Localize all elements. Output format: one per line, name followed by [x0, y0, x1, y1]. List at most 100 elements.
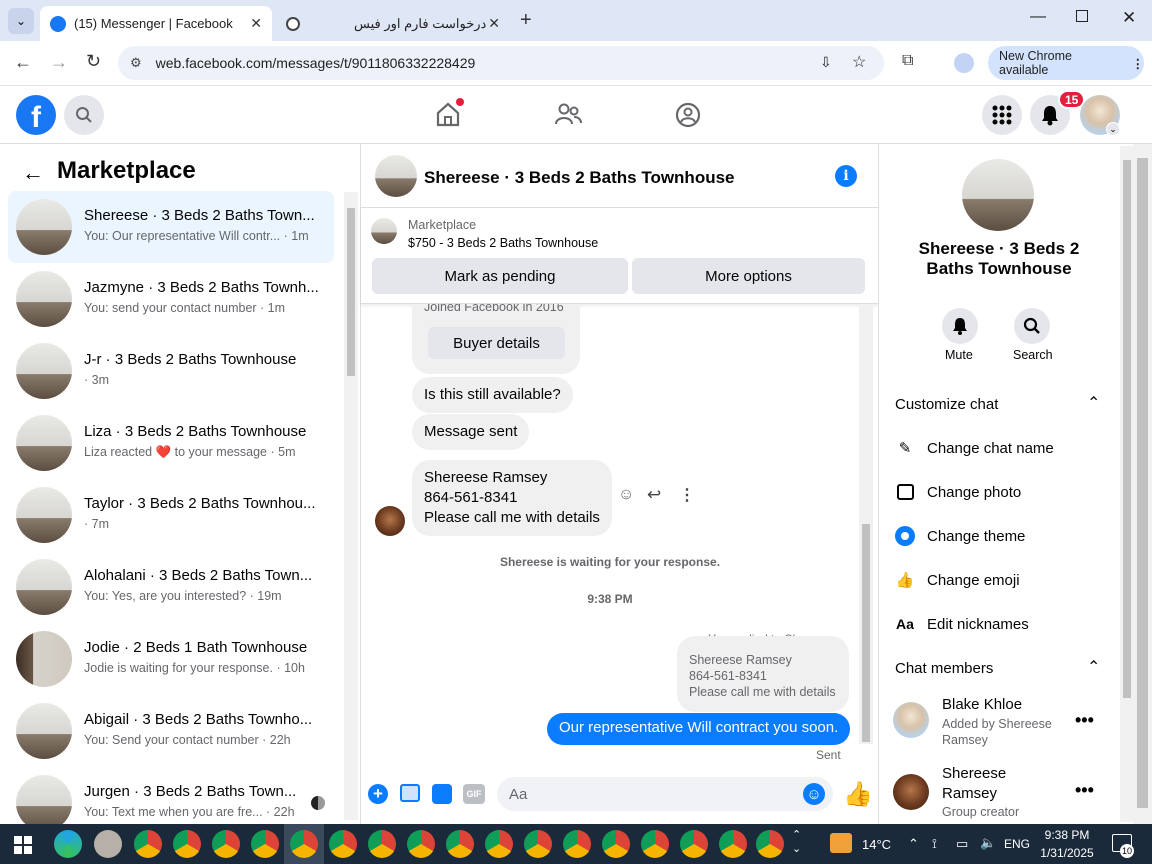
tray-chevron-icon[interactable]: ⌃ — [908, 836, 919, 852]
chrome-icon[interactable] — [134, 830, 162, 858]
conversation-item[interactable]: Abigail · 3 Beds 2 Baths Townho... You: … — [8, 695, 334, 767]
member-options-icon[interactable]: ••• — [1075, 710, 1094, 731]
customize-chat-header[interactable]: Customize chat — [895, 396, 998, 413]
chat-members-header[interactable]: Chat members — [895, 660, 993, 677]
photo-icon[interactable] — [400, 784, 420, 802]
url-field[interactable]: ⚙ web.facebook.com/messages/t/9011806332… — [118, 46, 884, 80]
new-tab-icon[interactable]: + — [520, 9, 532, 32]
clock-date[interactable]: 1/31/2025 — [1038, 846, 1096, 860]
info-scrollbar[interactable] — [1120, 146, 1134, 822]
conversation-item[interactable]: J-r · 3 Beds 2 Baths Townhouse · 3m — [8, 335, 334, 407]
change-chat-name-item[interactable]: ✎ Change chat name — [895, 438, 1054, 458]
thumbs-up-icon[interactable]: 👍 — [843, 780, 873, 809]
listing-title[interactable]: $750 - 3 Beds 2 Baths Townhouse — [408, 236, 598, 250]
quoted-message[interactable]: Shereese Ramsey 864-561-8341 Please call… — [677, 636, 849, 712]
friends-nav-button[interactable] — [554, 101, 582, 134]
tab-search-button[interactable]: ⌄ — [8, 8, 34, 34]
chrome-icon[interactable] — [446, 830, 474, 858]
clock-time[interactable]: 9:38 PM — [1038, 828, 1096, 842]
menu-button[interactable] — [982, 95, 1022, 135]
chat-avatar[interactable] — [375, 155, 417, 197]
conversation-item[interactable]: Jurgen · 3 Beds 2 Baths Town... You: Tex… — [8, 767, 334, 824]
more-actions-icon[interactable]: ⋮ — [679, 485, 695, 505]
member-options-icon[interactable]: ••• — [1075, 780, 1094, 801]
reply-icon[interactable]: ↩ — [647, 485, 661, 505]
new-chrome-available-button[interactable]: New Chrome available ⋮ — [988, 46, 1144, 80]
change-theme-item[interactable]: Change theme — [895, 526, 1025, 546]
chrome-icon[interactable] — [329, 830, 357, 858]
volume-icon[interactable]: 🔈 — [980, 835, 996, 851]
back-arrow-icon[interactable]: ← — [22, 160, 44, 186]
scrollbar-thumb[interactable] — [1137, 158, 1148, 808]
chevron-up-icon[interactable]: ⌃ — [1087, 393, 1100, 413]
search-button[interactable] — [64, 95, 104, 135]
member-avatar[interactable] — [893, 702, 929, 738]
bookmark-star-icon[interactable]: ☆ — [852, 52, 866, 72]
chrome-icon[interactable] — [602, 830, 630, 858]
mute-button[interactable] — [942, 308, 978, 344]
tab-messenger[interactable]: (15) Messenger | Facebook ✕ — [40, 6, 272, 41]
chrome-icon[interactable] — [641, 830, 669, 858]
facebook-logo-icon[interactable]: f — [16, 95, 56, 135]
sender-avatar[interactable] — [375, 506, 405, 536]
weather-icon[interactable] — [830, 833, 852, 853]
chevron-down-icon[interactable]: ⌄ — [1106, 122, 1120, 136]
my-message-bubble[interactable]: Our representative Will contract you soo… — [547, 713, 851, 745]
menu-dots-icon[interactable]: ⋮ — [1132, 56, 1145, 71]
back-icon[interactable]: ← — [14, 52, 32, 73]
gif-icon[interactable]: GIF — [463, 784, 485, 804]
chevron-up-icon[interactable]: ⌃ — [1087, 657, 1100, 677]
info-icon[interactable]: i — [835, 165, 857, 187]
search-chat-button[interactable] — [1014, 308, 1050, 344]
maximize-icon[interactable] — [1076, 10, 1088, 22]
scrollbar-thumb[interactable] — [347, 208, 355, 376]
chrome-icon[interactable] — [173, 830, 201, 858]
profile-icon[interactable] — [954, 53, 974, 73]
taskbar-overflow-icon[interactable]: ⌃ ⌄ — [792, 828, 801, 856]
windows-start-icon[interactable] — [14, 836, 32, 854]
scrollbar-thumb[interactable] — [862, 524, 870, 742]
chrome-icon[interactable] — [563, 830, 591, 858]
member-avatar[interactable] — [893, 774, 929, 810]
reload-icon[interactable]: ↻ — [86, 51, 101, 72]
temperature[interactable]: 14°C — [862, 837, 891, 852]
tab-second[interactable]: درخواست فارم اور فیس ✕ — [278, 6, 510, 41]
groups-nav-button[interactable] — [674, 101, 702, 134]
chrome-icon[interactable] — [756, 830, 784, 858]
edit-nicknames-item[interactable]: Aa Edit nicknames — [895, 614, 1029, 634]
conversation-item[interactable]: Liza · 3 Beds 2 Baths Townhouse Liza rea… — [8, 407, 334, 479]
language-indicator[interactable]: ENG — [1004, 837, 1030, 851]
extensions-icon[interactable]: ⧉ — [902, 52, 913, 70]
chrome-icon[interactable] — [407, 830, 435, 858]
conversation-item[interactable]: Jodie · 2 Beds 1 Bath Townhouse Jodie is… — [8, 623, 334, 695]
mark-as-pending-button[interactable]: Mark as pending — [372, 258, 628, 294]
messages-scrollbar[interactable] — [859, 304, 873, 744]
scrollbar-thumb[interactable] — [1123, 160, 1131, 698]
conversation-item[interactable]: Taylor · 3 Beds 2 Baths Townhou... · 7m — [8, 479, 334, 551]
emoji-icon[interactable]: ☺ — [803, 783, 825, 805]
chrome-icon[interactable] — [524, 830, 552, 858]
conversation-item[interactable]: Shereese · 3 Beds 2 Baths Town... You: O… — [8, 191, 334, 263]
chrome-icon[interactable] — [368, 830, 396, 858]
install-icon[interactable]: ⇩ — [820, 54, 832, 71]
sticker-icon[interactable] — [432, 784, 452, 804]
edge-icon[interactable] — [54, 830, 82, 858]
buyer-details-button[interactable]: Buyer details — [428, 327, 565, 359]
minimize-icon[interactable]: — — [1030, 8, 1046, 26]
chrome-icon[interactable] — [719, 830, 747, 858]
chrome-icon[interactable] — [251, 830, 279, 858]
change-emoji-item[interactable]: 👍 Change emoji — [895, 570, 1020, 590]
home-nav-button[interactable] — [434, 98, 464, 133]
message-bubble[interactable]: Shereese Ramsey 864-561-8341 Please call… — [412, 460, 612, 536]
message-bubble[interactable]: Message sent — [412, 414, 530, 450]
plus-icon[interactable]: + — [368, 784, 388, 804]
chrome-icon[interactable] — [212, 830, 240, 858]
chrome-icon[interactable] — [485, 830, 513, 858]
close-tab-icon[interactable]: ✕ — [488, 15, 500, 32]
message-bubble[interactable]: Is this still available? — [412, 377, 573, 413]
more-options-button[interactable]: More options — [632, 258, 865, 294]
chrome-icon[interactable] — [290, 830, 318, 858]
site-info-icon[interactable]: ⚙ — [130, 55, 142, 71]
react-icon[interactable]: ☺ — [618, 486, 634, 504]
conversation-item[interactable]: Alohalani · 3 Beds 2 Baths Town... You: … — [8, 551, 334, 623]
